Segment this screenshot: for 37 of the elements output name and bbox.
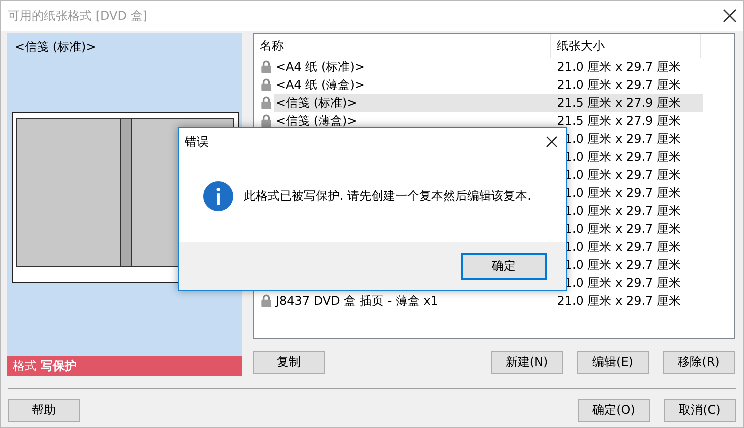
paper-size-cell-text: 21.0 厘米 x 29.7 厘米 xyxy=(556,76,682,94)
format-name-cell[interactable]: <A4 纸 (标准)> xyxy=(274,58,555,76)
column-header[interactable]: 纸张大小 xyxy=(551,34,701,58)
paper-size-cell-text: 1.0 厘米 x 29.7 厘米 xyxy=(564,184,682,202)
format-status-bar: 格式 写保护 xyxy=(7,356,242,376)
paper-size-cell-text: 1.0 厘米 x 29.7 厘米 xyxy=(564,202,682,220)
copy-button[interactable]: 复制 xyxy=(253,351,325,374)
paper-size-cell-text: 1.0 厘米 x 29.7 厘米 xyxy=(564,148,682,166)
new-button[interactable]: 新建(N) xyxy=(491,351,563,374)
remove-button[interactable]: 移除(R) xyxy=(663,351,735,374)
paper-size-cell-text: 1.0 厘米 x 29.7 厘米 xyxy=(564,238,682,256)
ok-button[interactable]: 确定(O) xyxy=(578,399,650,422)
close-icon[interactable] xyxy=(546,136,558,148)
paper-size-cell-text: 1.0 厘米 x 29.7 厘米 xyxy=(564,256,682,274)
error-message: 此格式已被写保护. 请先创建一个复本然后编辑该复本. xyxy=(244,188,532,204)
help-button[interactable]: 帮助 xyxy=(8,399,80,422)
paper-size-cell-text: 1.0 厘米 x 29.7 厘米 xyxy=(564,130,682,148)
dialog-title: 错误 xyxy=(185,134,209,150)
paper-size-cell: 21.5 厘米 x 27.9 厘米 xyxy=(555,94,703,112)
format-name-cell[interactable]: <A4 纸 (薄盒)> xyxy=(274,76,555,94)
paper-size-cell-text: 1.0 厘米 x 29.7 厘米 xyxy=(564,166,682,184)
info-icon xyxy=(203,180,234,212)
paper-size-cell-text: 21.0 厘米 x 29.7 厘米 xyxy=(556,58,682,76)
format-name-cell[interactable]: <信笺 (标准)> xyxy=(274,94,555,112)
close-icon[interactable] xyxy=(723,9,737,23)
format-name-cell[interactable]: <信笺 (薄盒)> xyxy=(274,112,555,130)
format-name-cell[interactable]: J8437 DVD 盒 插页 - 薄盒 x1 xyxy=(274,292,555,310)
column-header[interactable]: 名称 xyxy=(254,34,551,58)
edit-button[interactable]: 编辑(E) xyxy=(577,351,649,374)
paper-size-cell-text: 21.5 厘米 x 27.9 厘米 xyxy=(556,112,682,130)
ok-button[interactable]: 确定 xyxy=(461,252,547,280)
paper-size-cell-text: 1.0 厘米 x 29.7 厘米 xyxy=(564,220,682,238)
window-title: 可用的纸张格式 [DVD 盒] xyxy=(8,8,148,24)
paper-size-cell-text: 1.0 厘米 x 29.7 厘米 xyxy=(564,274,682,292)
cancel-button[interactable]: 取消(C) xyxy=(664,399,736,422)
paper-size-cell-text: 21.0 厘米 x 29.7 厘米 xyxy=(556,292,682,310)
format-name: <信笺 (标准)> xyxy=(14,39,98,56)
